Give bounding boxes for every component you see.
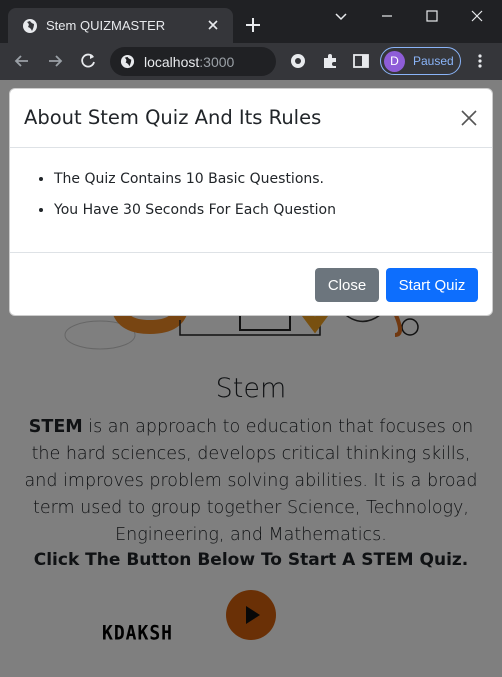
back-arrow-icon[interactable] (12, 51, 32, 71)
globe-icon (23, 19, 37, 33)
maximize-icon[interactable] (420, 4, 444, 28)
profile-status: Paused (413, 54, 454, 68)
tab-search-chevron-icon[interactable] (329, 4, 353, 28)
start-quiz-button[interactable]: Start Quiz (386, 268, 478, 302)
tab-title: Stem QUIZMASTER (46, 18, 166, 33)
browser-tab[interactable]: Stem QUIZMASTER (8, 8, 233, 43)
url-text: localhost:3000 (144, 54, 234, 70)
browser-tab-bar: Stem QUIZMASTER (0, 0, 502, 43)
rules-modal: About Stem Quiz And Its Rules The Quiz C… (9, 88, 493, 316)
address-bar[interactable]: localhost:3000 (110, 47, 276, 76)
close-button[interactable]: Close (315, 268, 379, 302)
modal-body: The Quiz Contains 10 Basic Questions. Yo… (10, 149, 492, 253)
window-close-icon[interactable] (465, 4, 489, 28)
site-info-icon[interactable] (120, 54, 135, 69)
profile-button[interactable]: D Paused (380, 47, 461, 75)
url-host: localhost (144, 54, 200, 70)
close-icon (461, 110, 477, 126)
minimize-icon[interactable] (375, 4, 399, 28)
modal-footer: Close Start Quiz (10, 254, 492, 316)
url-port: :3000 (199, 54, 235, 70)
modal-close-x-button[interactable] (458, 107, 480, 129)
browser-toolbar: localhost:3000 D Paused (0, 43, 502, 80)
rules-list: The Quiz Contains 10 Basic Questions. Yo… (54, 171, 336, 233)
modal-header: About Stem Quiz And Its Rules (10, 89, 492, 148)
new-tab-icon[interactable] (243, 15, 263, 35)
side-panel-icon[interactable] (351, 51, 371, 71)
rule-item: You Have 30 Seconds For Each Question (54, 202, 336, 233)
reload-icon[interactable] (78, 51, 98, 71)
forward-arrow-icon[interactable] (45, 51, 65, 71)
extension-circle-icon[interactable] (288, 51, 308, 71)
avatar: D (384, 51, 405, 72)
tab-close-icon[interactable] (203, 15, 223, 35)
extensions-puzzle-icon[interactable] (320, 51, 340, 71)
modal-title: About Stem Quiz And Its Rules (24, 106, 322, 129)
kebab-menu-icon[interactable] (470, 51, 490, 71)
rule-item: The Quiz Contains 10 Basic Questions. (54, 171, 336, 202)
